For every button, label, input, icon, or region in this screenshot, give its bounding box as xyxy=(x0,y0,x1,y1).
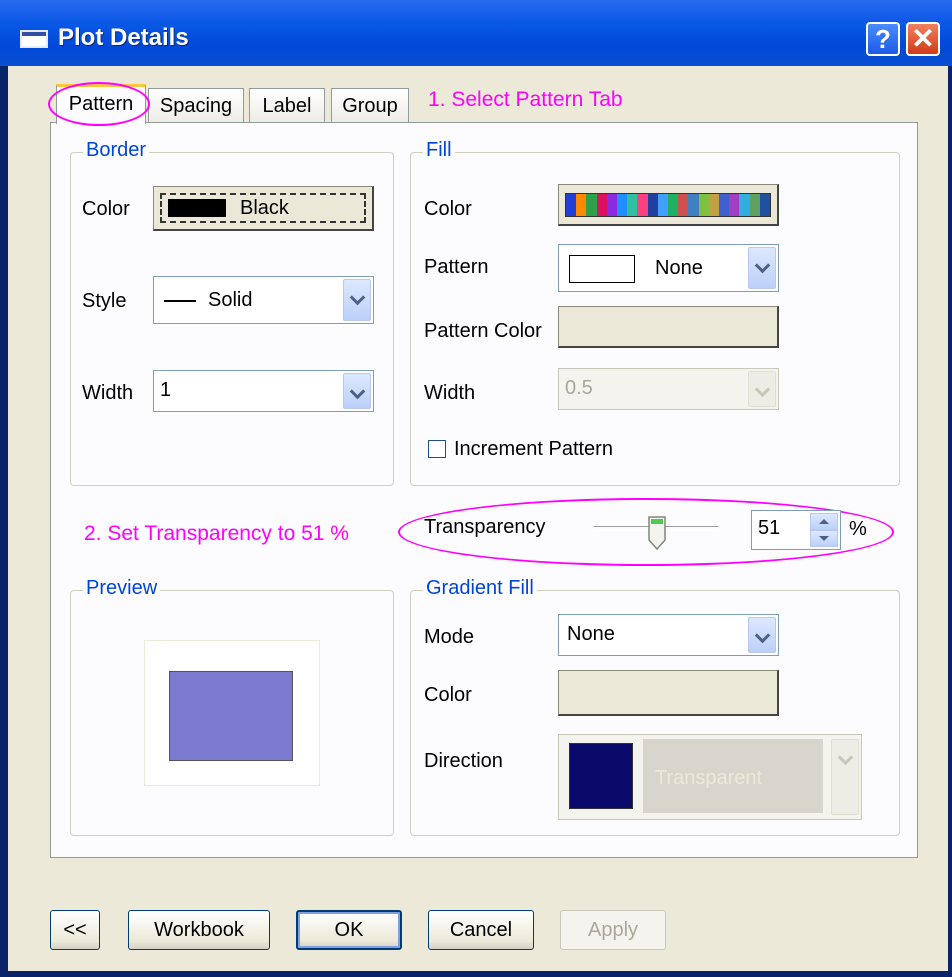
color-swatch xyxy=(657,194,669,216)
color-swatch xyxy=(668,194,679,216)
increment-pattern-label: Increment Pattern xyxy=(454,438,613,460)
transparency-slider[interactable] xyxy=(594,516,718,556)
gradient-group-title: Gradient Fill xyxy=(423,577,537,600)
color-swatch xyxy=(698,194,709,216)
fill-width-select[interactable]: 0.5 xyxy=(558,368,779,410)
color-swatch xyxy=(576,194,587,216)
step1-annotation: 1. Select Pattern Tab xyxy=(428,88,623,111)
gradient-color-label: Color xyxy=(424,684,472,706)
color-swatch xyxy=(729,194,740,216)
window-icon xyxy=(20,30,48,48)
tab-spacing[interactable]: Spacing xyxy=(148,88,244,124)
border-group-title: Border xyxy=(83,139,150,162)
fill-width-label: Width xyxy=(424,382,476,404)
close-button[interactable]: ✕ xyxy=(906,22,940,56)
chevron-down-icon[interactable] xyxy=(748,371,776,407)
tab-label[interactable]: Label xyxy=(249,88,325,124)
back-button[interactable]: << xyxy=(50,910,100,950)
fill-color-button[interactable] xyxy=(558,184,779,226)
color-swatch xyxy=(647,194,658,216)
gradient-direction-select[interactable]: Transparent xyxy=(558,734,862,820)
pattern-color-button[interactable] xyxy=(558,306,779,348)
transparency-value: 51 xyxy=(758,517,781,539)
border-color-value: Black xyxy=(240,197,289,219)
color-swatch xyxy=(596,194,607,216)
border-width-select[interactable]: 1 xyxy=(153,370,374,412)
gradient-direction-value: Transparent xyxy=(655,767,763,789)
arrow-up-icon xyxy=(819,519,829,524)
ok-button[interactable]: OK xyxy=(296,910,402,950)
increment-pattern-checkbox[interactable] xyxy=(428,440,446,458)
border-width-value: 1 xyxy=(160,379,172,401)
color-swatch xyxy=(719,194,730,216)
transparency-label: Transparency xyxy=(424,516,546,538)
chevron-down-icon[interactable] xyxy=(831,739,859,815)
color-swatch xyxy=(586,194,597,216)
spin-down-button[interactable] xyxy=(810,530,838,547)
fill-pattern-select[interactable]: None xyxy=(558,244,779,292)
tab-group[interactable]: Group xyxy=(331,88,409,124)
workbook-button[interactable]: Workbook xyxy=(128,910,270,950)
chevron-down-icon[interactable] xyxy=(343,279,371,321)
spin-up-button[interactable] xyxy=(810,513,838,530)
fill-width-value: 0.5 xyxy=(565,377,593,399)
color-increment-swatch xyxy=(565,193,771,217)
color-swatch xyxy=(627,194,638,216)
window-title: Plot Details xyxy=(58,24,189,51)
color-swatch xyxy=(708,194,720,216)
color-swatch xyxy=(566,194,577,216)
border-style-select[interactable]: Solid xyxy=(153,276,374,324)
color-swatch xyxy=(606,194,618,216)
color-swatch xyxy=(739,194,750,216)
border-color-label: Color xyxy=(82,198,130,220)
fill-pattern-label: Pattern xyxy=(424,256,489,278)
pattern-preview-swatch xyxy=(569,255,635,283)
gradient-direction-label: Direction xyxy=(424,750,503,772)
step2-annotation: 2. Set Transparency to 51 % xyxy=(84,522,349,545)
chevron-down-icon[interactable] xyxy=(748,617,776,653)
color-swatch xyxy=(688,194,699,216)
transparency-spinbox[interactable]: 51 xyxy=(751,510,841,550)
direction-swatch xyxy=(569,743,633,809)
apply-button[interactable]: Apply xyxy=(560,910,666,950)
border-style-value: Solid xyxy=(208,289,253,311)
gradient-mode-value: None xyxy=(567,623,615,645)
pattern-tab-highlight xyxy=(48,82,150,126)
black-swatch xyxy=(168,199,226,217)
preview-group-title: Preview xyxy=(83,577,161,600)
color-swatch xyxy=(637,194,648,216)
direction-field: Transparent xyxy=(643,739,823,813)
cancel-button[interactable]: Cancel xyxy=(428,910,534,950)
chevron-down-icon[interactable] xyxy=(343,373,371,409)
chevron-down-icon[interactable] xyxy=(748,247,776,289)
solid-line-icon xyxy=(164,300,196,302)
percent-unit: % xyxy=(849,518,867,540)
fill-group-title: Fill xyxy=(423,139,455,162)
preview-canvas xyxy=(144,640,320,786)
color-swatch xyxy=(617,194,628,216)
fill-pattern-value: None xyxy=(655,257,703,279)
border-style-label: Style xyxy=(82,290,127,312)
gradient-color-button[interactable] xyxy=(558,670,779,716)
color-swatch xyxy=(759,194,771,216)
arrow-down-icon xyxy=(819,536,829,541)
pattern-color-label: Pattern Color xyxy=(424,320,542,342)
fill-color-label: Color xyxy=(424,198,472,220)
help-button[interactable]: ? xyxy=(866,22,900,56)
gradient-mode-select[interactable]: None xyxy=(558,614,779,656)
color-swatch xyxy=(749,194,760,216)
title-bar[interactable]: Plot Details ? ✕ xyxy=(0,0,952,66)
color-swatch xyxy=(678,194,689,216)
border-color-button[interactable]: Black xyxy=(153,186,374,231)
slider-thumb[interactable] xyxy=(648,516,666,551)
preview-fill xyxy=(169,671,293,761)
border-width-label: Width xyxy=(82,382,134,404)
gradient-mode-label: Mode xyxy=(424,626,475,648)
